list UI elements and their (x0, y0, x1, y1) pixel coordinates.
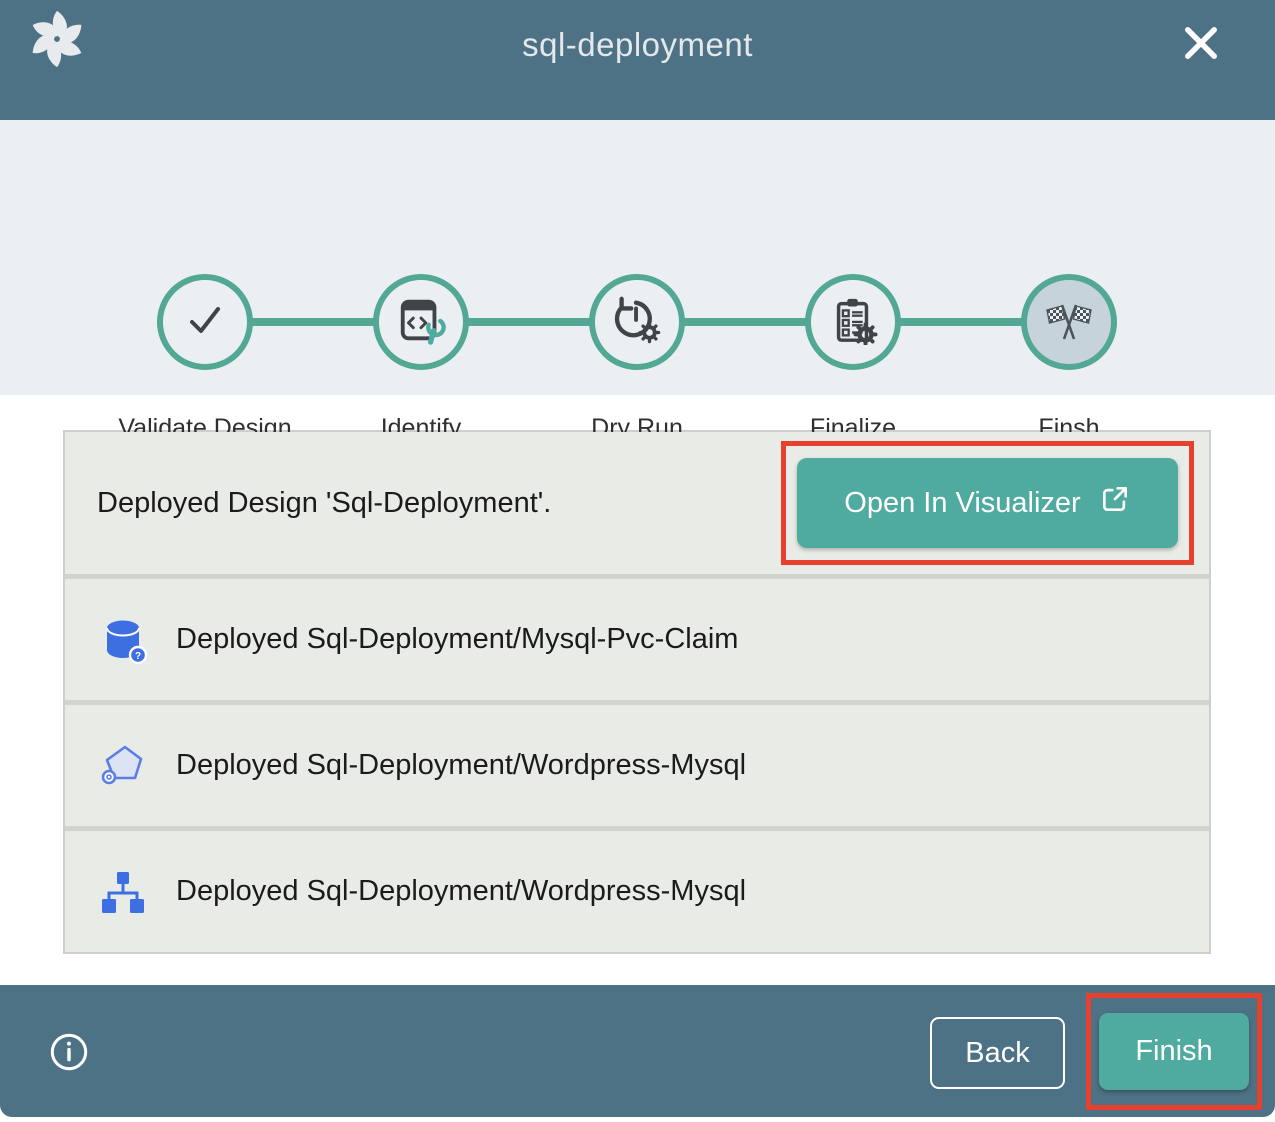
step-identify-environments (373, 274, 469, 370)
info-button[interactable] (48, 1031, 90, 1073)
deployment-wizard-modal: sql-deployment (0, 0, 1275, 1122)
result-row-pvc: ? Deployed Sql-Deployment/Mysql-Pvc-Clai… (65, 579, 1209, 700)
deployed-design-text: Deployed Design 'Sql-Deployment'. (65, 487, 551, 520)
wizard-stepper: Validate Design Identify Environments Dr… (0, 120, 1275, 395)
highlight-box-open-in-visualizer: Open In Visualizer (781, 441, 1194, 565)
modal-footer: Back Finish (0, 985, 1275, 1117)
step-finalize-deployment (805, 274, 901, 370)
external-link-icon (1099, 483, 1131, 523)
close-icon (1177, 55, 1225, 70)
step-dry-run (589, 274, 685, 370)
open-in-visualizer-label: Open In Visualizer (844, 487, 1080, 520)
svg-text:?: ? (135, 651, 141, 662)
service-pentagon-icon (97, 740, 149, 792)
result-row-text: Deployed Sql-Deployment/Mysql-Pvc-Claim (176, 623, 738, 656)
highlight-box-finish: Finish (1086, 993, 1262, 1110)
history-gear-icon (612, 295, 662, 350)
code-wrench-icon (396, 295, 446, 350)
finish-flags-icon (1041, 292, 1097, 353)
step-finish (1021, 274, 1117, 370)
results-section: Deployed Design 'Sql-Deployment'. Open I… (0, 395, 1275, 985)
back-button[interactable]: Back (930, 1017, 1065, 1089)
result-row-text: Deployed Sql-Deployment/Wordpress-Mysql (176, 875, 746, 908)
info-icon (48, 1061, 90, 1076)
checklist-gear-icon (828, 295, 878, 350)
step-validate-design (157, 274, 253, 370)
deployment-tree-icon (97, 866, 149, 918)
pvc-database-icon: ? (97, 614, 149, 666)
result-row-deployment: Deployed Sql-Deployment/Wordpress-Mysql (65, 831, 1209, 952)
finish-button[interactable]: Finish (1099, 1013, 1249, 1090)
deployment-results-list: Deployed Design 'Sql-Deployment'. Open I… (63, 430, 1211, 954)
close-button[interactable] (1175, 18, 1227, 70)
modal-header: sql-deployment (0, 0, 1275, 120)
page-title: sql-deployment (0, 26, 1275, 64)
check-icon (181, 296, 229, 349)
deployed-design-row: Deployed Design 'Sql-Deployment'. Open I… (65, 432, 1209, 574)
open-in-visualizer-button[interactable]: Open In Visualizer (797, 458, 1178, 548)
result-row-service: Deployed Sql-Deployment/Wordpress-Mysql (65, 705, 1209, 826)
result-row-text: Deployed Sql-Deployment/Wordpress-Mysql (176, 749, 746, 782)
